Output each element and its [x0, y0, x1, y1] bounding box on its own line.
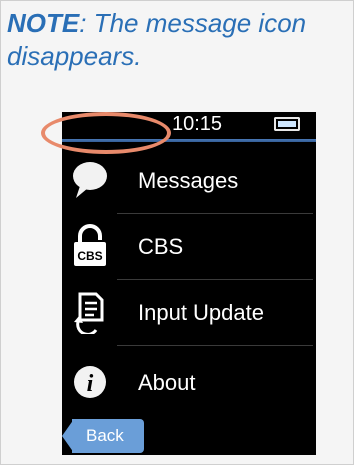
menu-item-label: Messages	[138, 168, 239, 193]
menu-item-about[interactable]: i About	[62, 350, 316, 416]
battery-tip	[274, 117, 300, 131]
menu-item-label: CBS	[138, 234, 184, 259]
info-icon: i	[74, 366, 106, 398]
menu-item-label: Input Update	[138, 300, 264, 325]
back-button[interactable]: Back	[62, 419, 144, 453]
menu-item-messages[interactable]: Messages	[62, 148, 316, 214]
note-prefix: NOTE	[7, 8, 80, 38]
highlight-ellipse	[41, 112, 171, 154]
menu-item-cbs[interactable]: CBS CBS	[62, 214, 316, 280]
svg-text:i: i	[87, 371, 94, 397]
note-text: NOTE: The message icon disappears.	[7, 7, 337, 73]
cbs-lock-icon: CBS	[74, 224, 106, 266]
status-time: 10:15	[172, 113, 223, 135]
speech-bubble-icon	[73, 162, 107, 198]
svg-text:CBS: CBS	[77, 249, 102, 263]
menu-separator	[117, 345, 313, 346]
device-screen: 10:15 Messages CBS CBS Input Update i Ab…	[62, 112, 316, 455]
document-refresh-icon	[74, 292, 104, 334]
menu-item-label: About	[138, 370, 196, 395]
menu-item-input-update[interactable]: Input Update	[62, 280, 316, 346]
back-button-label: Back	[86, 426, 124, 445]
